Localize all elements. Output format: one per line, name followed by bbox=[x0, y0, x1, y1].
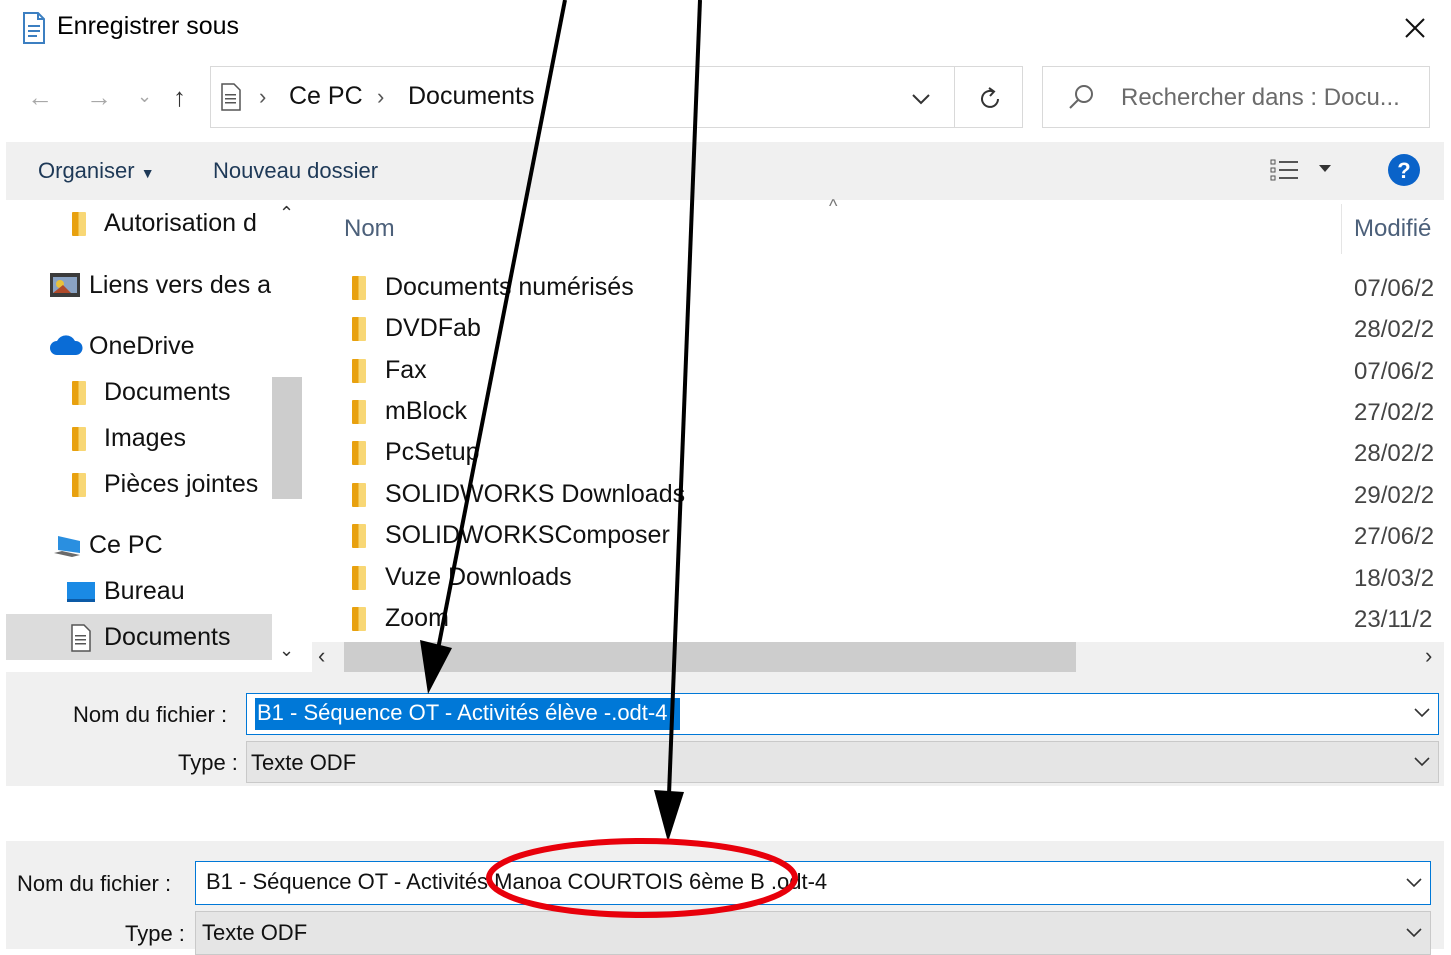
annotation-arrow-1 bbox=[430, 0, 567, 681]
annotation-circle bbox=[486, 838, 798, 918]
annotation-overlay bbox=[420, 0, 798, 918]
annotation-arrowhead-1 bbox=[420, 640, 452, 694]
annotation-arrow-2 bbox=[666, 0, 702, 821]
annotation-arrowhead-2 bbox=[654, 790, 684, 842]
